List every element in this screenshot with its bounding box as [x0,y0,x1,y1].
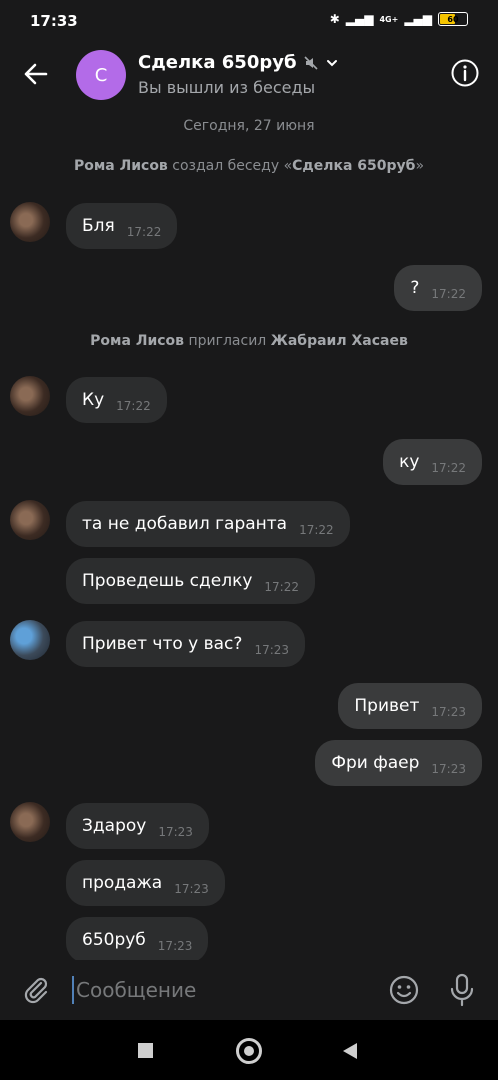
system-nav-bar [0,1020,498,1080]
status-time: 17:33 [30,12,78,30]
chat-avatar[interactable]: С [76,50,126,100]
signal-icon: ▂▄▆ [345,12,374,26]
sender-avatar[interactable] [10,500,50,540]
back-arrow-icon[interactable] [20,58,52,90]
message-incoming[interactable]: та не добавил гаранта 17:22 [66,501,350,547]
message-time: 17:22 [116,399,151,413]
message-text: Фри фаер [331,753,420,773]
message-incoming[interactable]: Здароу 17:23 [66,803,209,849]
system-text: создал беседу « [167,158,293,174]
chat-subtitle: Вы вышли из беседы [138,78,316,97]
battery-level: 60 [447,14,459,24]
system-target[interactable]: Жабраил Хасаев [271,333,408,349]
message-incoming[interactable]: Привет что у вас? 17:23 [66,621,306,667]
home-icon-dot [244,1046,254,1056]
message-time: 17:23 [254,643,290,657]
message-text: Бля [82,216,115,236]
message-text: продажа [82,873,163,893]
system-message: Рома Лисов создал беседу «Сделка 650руб» [0,158,498,174]
message-input[interactable]: Сообщение [72,976,196,1004]
message-outgoing[interactable]: Привет 17:23 [338,683,482,729]
sender-avatar[interactable] [10,202,50,242]
message-incoming[interactable]: продажа 17:23 [66,860,225,906]
system-text: пригласил [184,333,271,349]
message-text: ? [410,278,420,298]
message-text: Здароу [82,816,147,836]
chat-header: С Сделка 650руб Вы вышли из беседы [0,44,498,108]
message-outgoing[interactable]: ку 17:22 [383,439,482,485]
battery-icon: 60 [438,12,468,26]
system-target: Сделка 650руб [292,158,416,174]
message-outgoing[interactable]: ? 17:22 [394,265,482,311]
message-time: 17:22 [126,225,162,239]
system-suffix: » [415,158,425,174]
status-icons: ✱ ▂▄▆ 4G+ ▂▄▆ 60 [330,12,468,26]
status-bar: 17:33 ✱ ▂▄▆ 4G+ ▂▄▆ 60 [0,0,498,44]
message-time: 17:23 [431,705,466,719]
message-incoming[interactable]: Бля 17:22 [66,203,178,249]
emoji-icon[interactable] [388,974,420,1006]
message-text: 650руб [82,930,146,950]
message-text: Привет что у вас? [82,634,243,654]
recents-icon[interactable] [138,1043,153,1058]
bluetooth-icon: ✱ [329,12,340,26]
message-time: 17:22 [299,523,334,537]
message-time: 17:23 [174,882,209,896]
message-time: 17:22 [264,580,299,594]
info-icon[interactable] [450,58,480,88]
date-separator: Сегодня, 27 июня [183,118,315,134]
sender-avatar[interactable] [10,802,50,842]
message-outgoing[interactable]: Фри фаер 17:23 [315,740,482,786]
message-text: та не добавил гаранта [82,514,288,534]
nav-back-icon[interactable] [342,1042,358,1060]
chat-title[interactable]: Сделка 650руб [138,52,339,73]
message-incoming[interactable]: Ку 17:22 [66,377,167,423]
mute-icon [303,55,318,70]
message-text: Проведешь сделку [82,571,253,591]
message-incoming[interactable]: 650руб 17:23 [66,917,209,963]
message-text: Привет [354,696,420,716]
system-actor[interactable]: Рома Лисов [74,158,168,174]
message-time: 17:22 [431,287,466,301]
message-time: 17:23 [158,825,193,839]
system-actor[interactable]: Рома Лисов [90,333,184,349]
home-icon[interactable] [236,1038,262,1064]
composer-bar: Сообщение [0,960,498,1020]
message-time: 17:23 [431,762,466,776]
chat-title-text: Сделка 650руб [138,52,297,73]
message-text: ку [399,452,420,472]
signal-icon-2: ▂▄▆ [404,12,432,26]
message-time: 17:23 [157,939,193,953]
chevron-down-icon[interactable] [325,56,339,70]
microphone-icon[interactable] [446,972,478,1008]
network-label: 4G+ [379,14,399,24]
attach-icon[interactable] [20,974,52,1006]
sender-avatar[interactable] [10,620,50,660]
message-incoming[interactable]: Проведешь сделку 17:22 [66,558,315,604]
sender-avatar[interactable] [10,376,50,416]
system-message: Рома Лисов пригласил Жабраил Хасаев [0,333,498,349]
message-text: Ку [82,390,105,410]
message-time: 17:22 [431,461,466,475]
